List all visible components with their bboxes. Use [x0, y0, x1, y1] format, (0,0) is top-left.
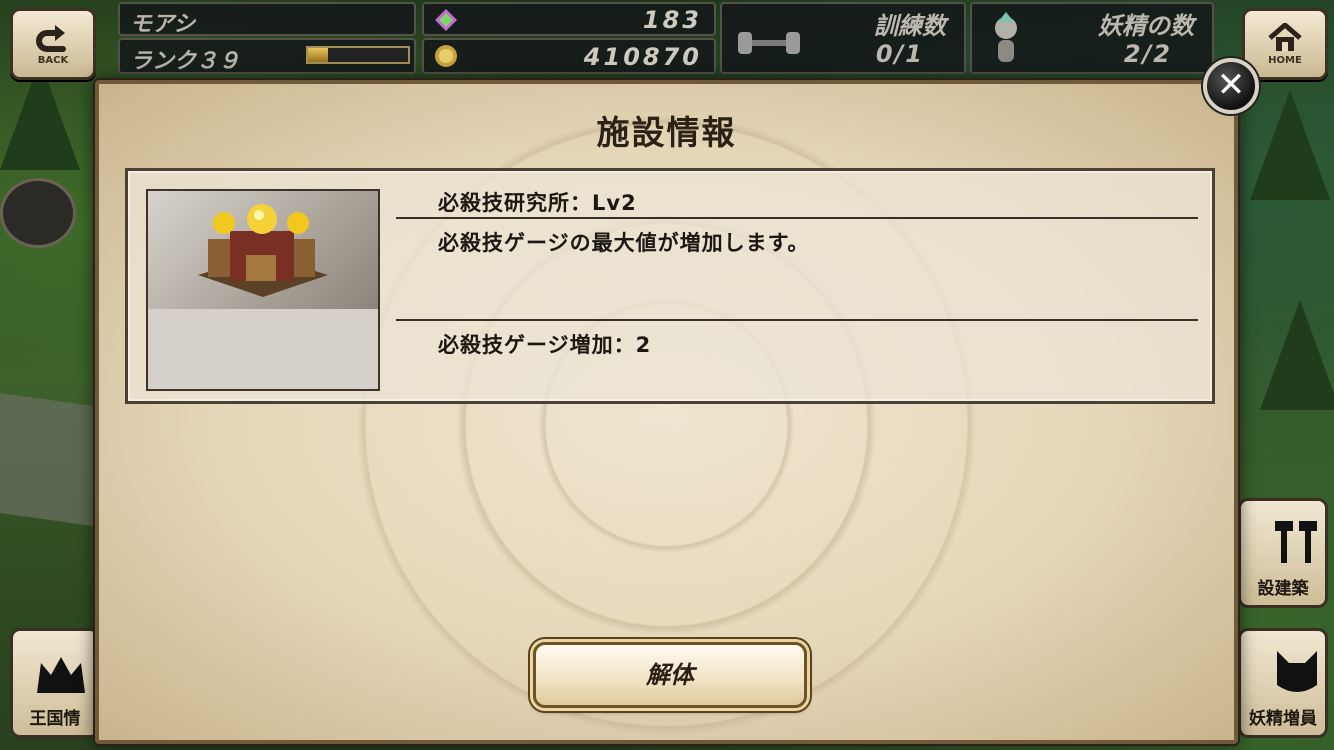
facility-info-box: 必殺技研究所：Lv2 必殺技ゲージの最大値が増加します。 必殺技ゲージ増加：2	[125, 168, 1215, 404]
facility-info-dialog: 施設情報 必殺技研究所：Lv2 必殺技ゲージの最大値が増加します。 必殺技ゲージ…	[95, 80, 1238, 744]
facility-description: 必殺技ゲージの最大値が増加します。	[438, 231, 810, 255]
training-title: 訓練数	[874, 12, 946, 40]
facility-build-label: 設建築	[1257, 579, 1309, 599]
gold-coin-icon	[435, 45, 457, 67]
gold-counter: 410870	[422, 38, 716, 74]
training-value: 0/1	[875, 40, 924, 68]
training-counter: 訓練数 0/1	[720, 2, 966, 74]
facility-effect: 必殺技ゲージ増加：2	[438, 333, 652, 357]
fairy-counter: 妖精の数 2/2	[970, 2, 1214, 74]
fairy-head-icon	[1277, 651, 1317, 692]
home-label: HOME	[1268, 54, 1302, 66]
fairy-value: 2/2	[1123, 40, 1172, 68]
gold-count: 410870	[583, 43, 702, 71]
research-lab-building-icon	[198, 204, 328, 297]
back-arrow-icon	[36, 24, 66, 52]
player-name: モアシ	[130, 12, 196, 37]
kingdom-info-button[interactable]: 王国情	[10, 628, 100, 738]
fairy-hire-label: 妖精増員	[1249, 709, 1317, 729]
crown-icon	[37, 657, 85, 693]
gem-count: 183	[642, 6, 702, 34]
dumbbell-icon	[738, 32, 800, 54]
back-label: BACK	[37, 54, 69, 66]
divider	[396, 217, 1198, 219]
home-icon	[1268, 22, 1302, 51]
facility-name: 必殺技研究所：Lv2	[438, 191, 637, 215]
player-rank-box: ランク３９	[118, 38, 416, 74]
gem-counter: 183	[422, 2, 716, 36]
rank-progress-bar	[306, 46, 410, 64]
divider	[396, 319, 1198, 321]
demolish-button[interactable]: 解体	[533, 642, 807, 708]
rank-progress-fill	[308, 48, 328, 62]
rank-label: ランク３９	[130, 49, 241, 74]
gem-icon	[435, 9, 457, 31]
tree-decoration	[1250, 90, 1330, 200]
fairy-title: 妖精の数	[1098, 12, 1194, 40]
dialog-title: 施設情報	[596, 113, 737, 152]
player-name-box: モアシ	[118, 2, 416, 37]
fairy-icon	[995, 12, 1017, 62]
tree-decoration	[1260, 300, 1334, 410]
stone-path	[0, 392, 100, 528]
fairy-hire-button[interactable]: 妖精増員	[1238, 628, 1328, 738]
kingdom-info-label: 王国情	[29, 709, 81, 729]
home-button[interactable]: HOME	[1242, 8, 1328, 80]
facility-build-button[interactable]: 設建築	[1238, 498, 1328, 608]
facility-thumbnail-footer	[146, 309, 380, 391]
close-icon[interactable]: ✕	[1203, 58, 1259, 114]
treasure-chest-icon[interactable]	[0, 178, 76, 248]
hammer-icon	[1275, 521, 1317, 563]
facility-thumbnail	[146, 189, 380, 311]
back-button[interactable]: BACK	[10, 8, 96, 80]
